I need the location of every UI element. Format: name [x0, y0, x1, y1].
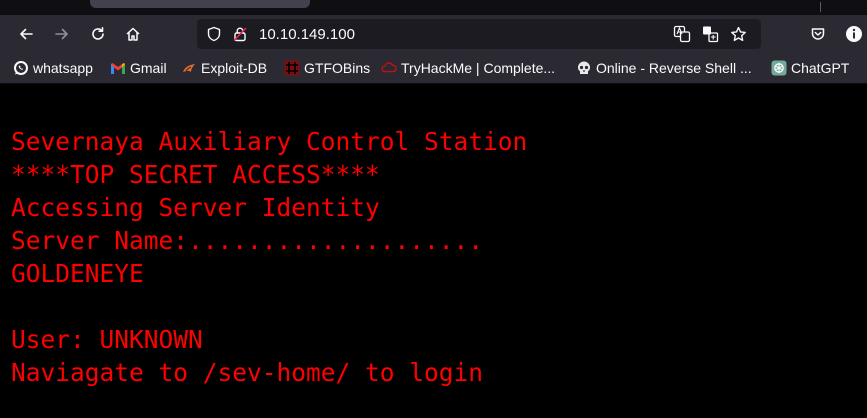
reader-translate-icon[interactable] — [700, 24, 720, 44]
bookmark-label: Exploit-DB — [201, 60, 268, 76]
info-icon[interactable] — [841, 21, 867, 47]
bookmark-label: GTFOBins — [304, 60, 371, 76]
login-instruction-line: Naviagate to /sev-home/ to login — [11, 358, 484, 387]
top-secret-line: ****TOP SECRET ACCESS**** — [11, 160, 380, 189]
reload-icon[interactable] — [85, 21, 111, 47]
forward-icon[interactable] — [49, 21, 75, 47]
bookmark-label: Gmail — [130, 60, 167, 76]
bookmark-whatsapp[interactable]: whatsapp — [13, 53, 93, 83]
pocket-icon[interactable] — [805, 21, 831, 47]
tryhackme-icon — [381, 60, 397, 76]
translate-icon[interactable] — [672, 24, 692, 44]
address-bar[interactable]: 10.10.149.100 — [197, 19, 761, 49]
url-text[interactable]: 10.10.149.100 — [259, 26, 355, 43]
shield-icon[interactable] — [204, 24, 224, 44]
bookmark-label: ChatGPT — [791, 60, 850, 76]
gtfobins-icon — [284, 60, 300, 76]
bookmark-label: TryHackMe | Complete... — [401, 60, 556, 76]
insecure-lock-icon[interactable] — [230, 24, 250, 44]
whatsapp-icon — [13, 60, 29, 76]
back-icon[interactable] — [13, 21, 39, 47]
home-icon[interactable] — [120, 21, 146, 47]
bookmark-reverse-shell[interactable]: Online - Reverse Shell ... — [576, 53, 752, 83]
bookmark-tryhackme[interactable]: TryHackMe | Complete... — [381, 53, 555, 83]
tab-separator — [820, 2, 821, 12]
server-name-line: Server Name:.................... — [11, 226, 484, 255]
active-tab[interactable] — [90, 0, 310, 8]
station-title: Severnaya Auxiliary Control Station — [11, 127, 528, 156]
page-content: Severnaya Auxiliary Control Station ****… — [0, 84, 867, 418]
bookmark-label: Online - Reverse Shell ... — [596, 60, 752, 76]
server-name-value: GOLDENEYE — [11, 259, 144, 288]
gmail-icon — [110, 60, 126, 76]
exploit-db-icon — [181, 60, 197, 76]
bookmark-exploit-db[interactable]: Exploit-DB — [181, 53, 267, 83]
navigation-toolbar: 10.10.149.100 — [0, 15, 867, 53]
bookmark-gtfobins[interactable]: GTFOBins — [284, 53, 370, 83]
user-line: User: UNKNOWN — [11, 325, 203, 354]
accessing-identity-line: Accessing Server Identity — [11, 193, 380, 222]
bookmarks-toolbar: whatsapp Gmail Exploit-DB GTFOBins TryHa… — [0, 53, 867, 84]
tab-strip — [0, 0, 867, 15]
skull-icon — [576, 60, 592, 76]
bookmark-gmail[interactable]: Gmail — [110, 53, 167, 83]
bookmark-label: whatsapp — [33, 60, 93, 76]
chatgpt-icon — [771, 60, 787, 76]
bookmark-star-icon[interactable] — [728, 24, 748, 44]
bookmark-chatgpt[interactable]: ChatGPT — [771, 53, 849, 83]
